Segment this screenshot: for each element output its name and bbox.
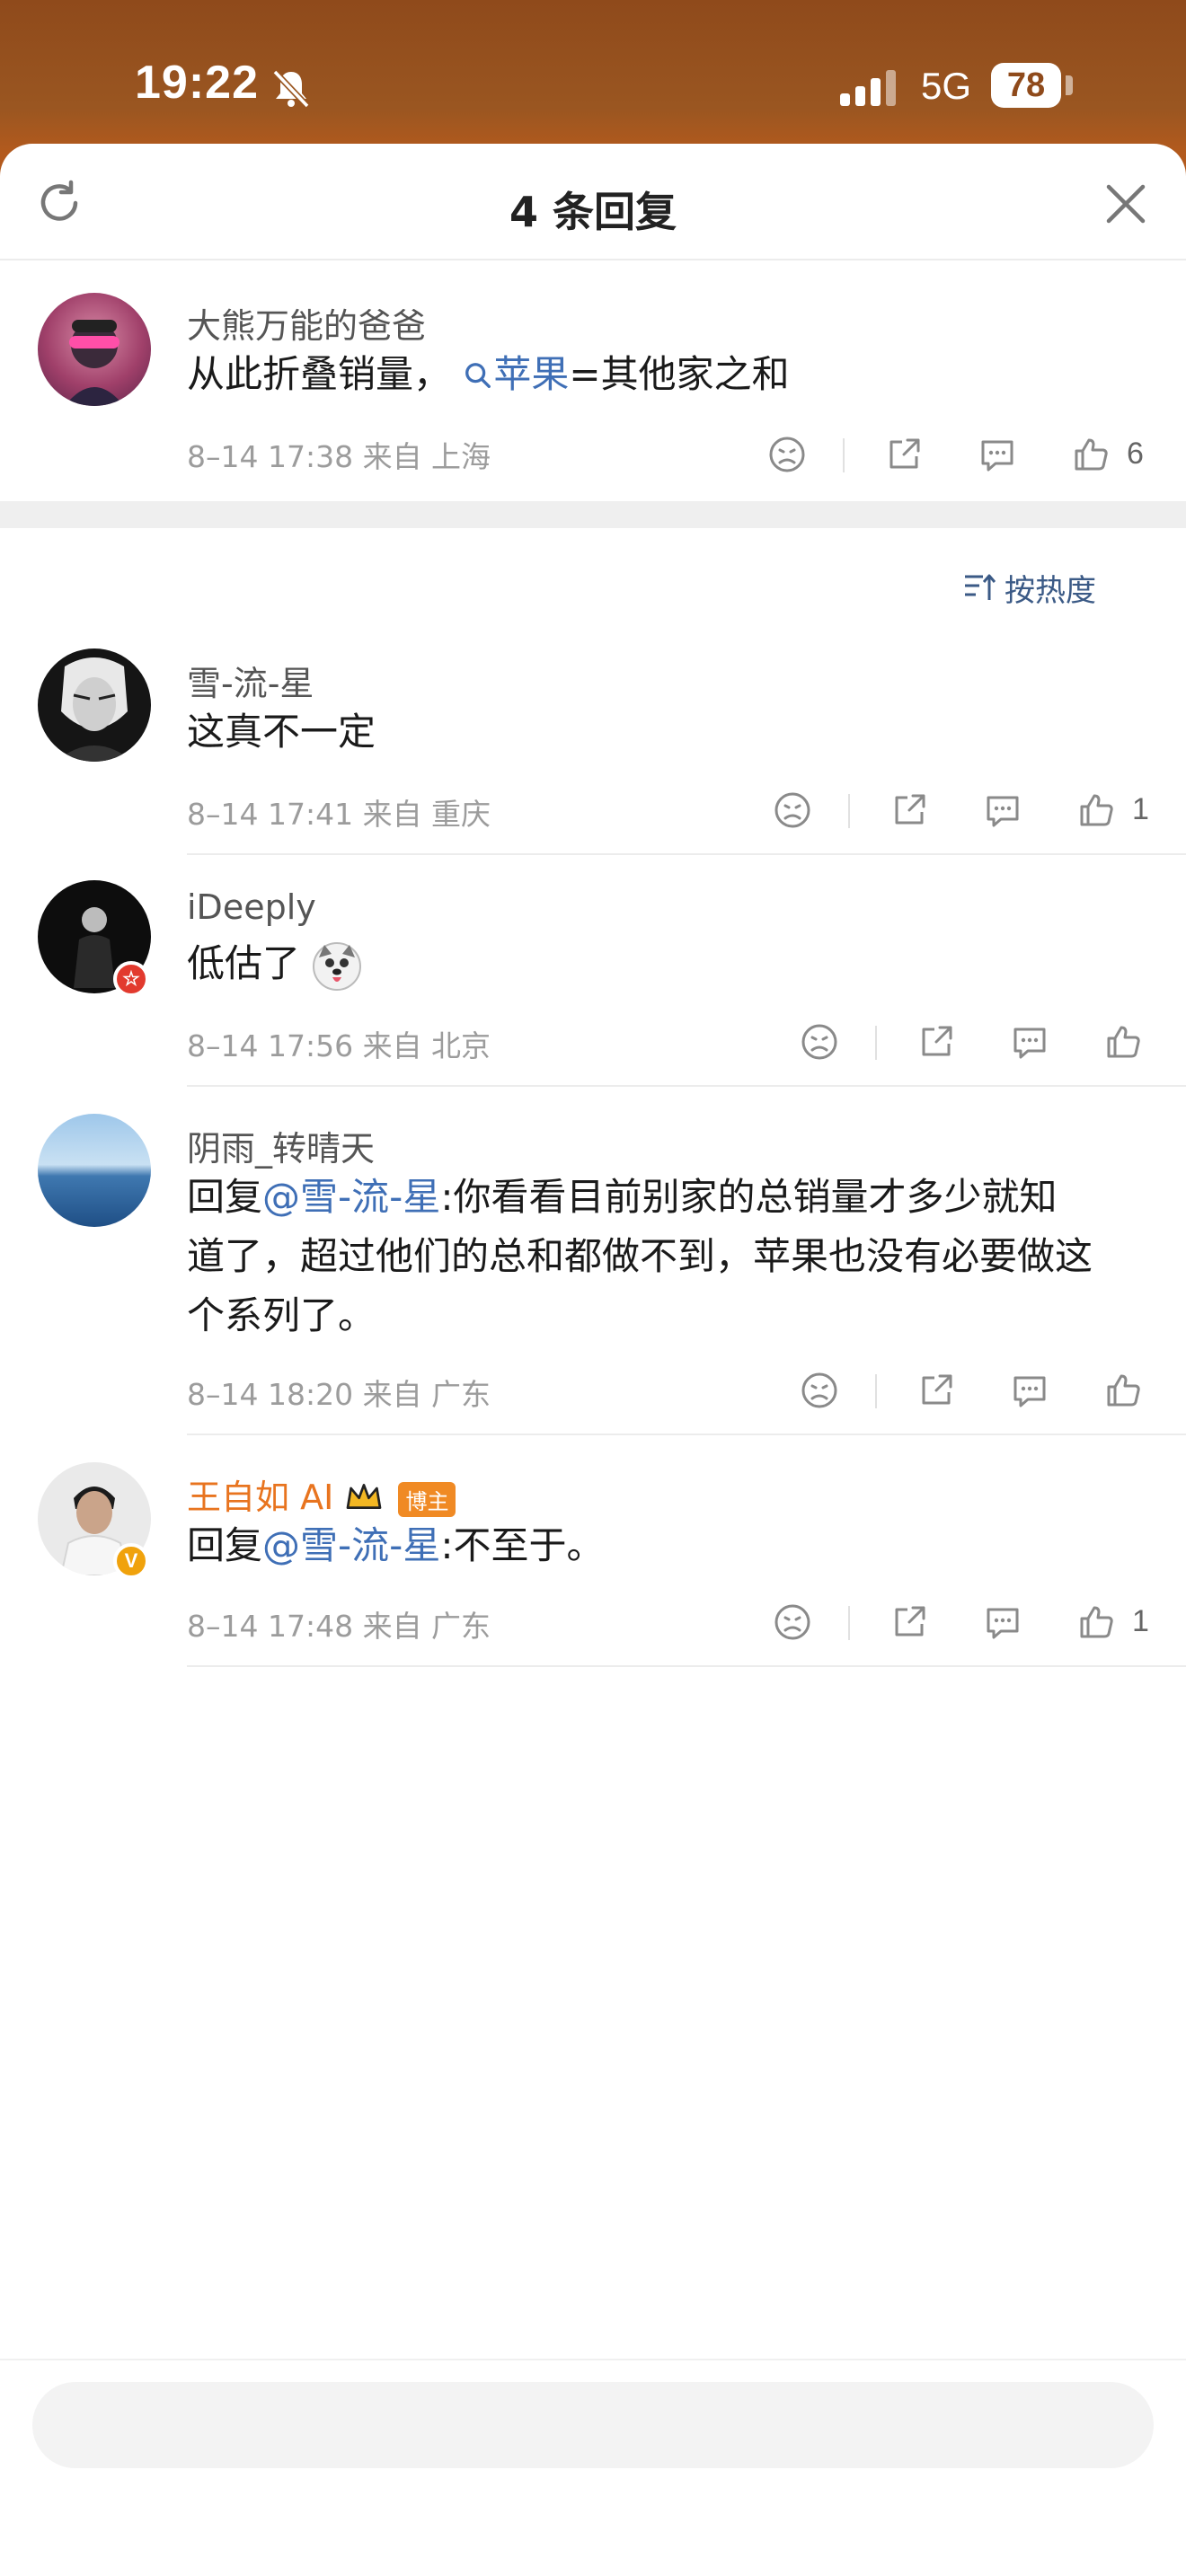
dislike-face-icon[interactable] bbox=[798, 1020, 841, 1063]
reply-divider bbox=[187, 1665, 1186, 1667]
network-type: 5G bbox=[921, 65, 972, 107]
crown-icon bbox=[347, 1484, 382, 1509]
like-count: 6 bbox=[1127, 437, 1144, 471]
comment-text-part: :不至于。 bbox=[440, 1523, 605, 1567]
sort-icon bbox=[965, 574, 996, 600]
share-icon[interactable] bbox=[888, 1601, 931, 1644]
dislike-face-icon[interactable] bbox=[798, 1369, 841, 1412]
composer-divider bbox=[0, 2359, 1186, 2360]
comment-text-part: :你看看目前别家的总销量才多少就知 bbox=[440, 1175, 1058, 1219]
status-time: 19:22 bbox=[135, 57, 259, 109]
comment-line: 道了，超过他们的总和都做不到，苹果也没有必要做这 bbox=[187, 1234, 1093, 1278]
like-icon[interactable] bbox=[1102, 1369, 1145, 1412]
mention-link[interactable]: @雪-流-星 bbox=[262, 1523, 440, 1567]
share-icon[interactable] bbox=[915, 1369, 958, 1412]
comment-text: 回复@雪-流-星:不至于。 bbox=[187, 1516, 604, 1575]
action-separator bbox=[875, 1374, 877, 1408]
comment-text: 低估了 bbox=[187, 934, 362, 993]
dislike-face-icon[interactable] bbox=[766, 433, 809, 476]
verified-badge: ☆ bbox=[113, 961, 149, 997]
comment-meta: 8–14 17:38 来自 上海 bbox=[187, 439, 491, 474]
dog-emoji-icon bbox=[313, 941, 362, 991]
reply-divider bbox=[187, 1434, 1186, 1435]
username[interactable]: 阴雨_转晴天 bbox=[187, 1121, 375, 1170]
comment-meta: 8–14 17:48 来自 广东 bbox=[187, 1609, 491, 1644]
like-count: 1 bbox=[1132, 1604, 1149, 1638]
dislike-face-icon[interactable] bbox=[771, 789, 814, 832]
comment-actions: 1 bbox=[771, 1601, 1152, 1651]
comment-text: 从此折叠销量， 苹果=其他家之和 bbox=[187, 345, 790, 404]
username-text: 王自如 AI bbox=[187, 1478, 334, 1517]
sheet-title: 4 条回复 bbox=[509, 188, 677, 236]
sort-label: 按热度 bbox=[1005, 573, 1096, 609]
reply-prefix: 回复 bbox=[187, 1175, 263, 1219]
action-separator bbox=[843, 438, 845, 472]
like-icon[interactable] bbox=[1069, 433, 1112, 476]
search-icon bbox=[465, 363, 491, 388]
reply-icon[interactable] bbox=[1008, 1020, 1051, 1063]
share-icon[interactable] bbox=[888, 789, 931, 832]
reply-prefix: 回复 bbox=[187, 1523, 263, 1567]
like-icon[interactable] bbox=[1075, 789, 1118, 832]
reply-divider bbox=[187, 853, 1186, 855]
share-icon[interactable] bbox=[882, 433, 925, 476]
bell-muted-icon bbox=[272, 69, 310, 109]
avatar[interactable] bbox=[38, 293, 151, 406]
action-separator bbox=[875, 1026, 877, 1060]
comment-line: 个系列了。 bbox=[187, 1293, 376, 1337]
sheet-header: 4 条回复 bbox=[0, 144, 1186, 260]
comment-meta: 8–14 18:20 来自 广东 bbox=[187, 1377, 491, 1412]
comment-actions bbox=[798, 1020, 1152, 1071]
battery-nub bbox=[1066, 75, 1073, 95]
share-icon[interactable] bbox=[915, 1020, 958, 1063]
dislike-face-icon[interactable] bbox=[771, 1601, 814, 1644]
action-separator bbox=[848, 1606, 850, 1640]
username[interactable]: 雪-流-星 bbox=[187, 656, 314, 705]
reply-icon[interactable] bbox=[976, 433, 1019, 476]
reply-input[interactable] bbox=[32, 2382, 1154, 2468]
reply-icon[interactable] bbox=[1008, 1369, 1051, 1412]
comment-actions: 1 bbox=[771, 789, 1152, 839]
like-icon[interactable] bbox=[1102, 1020, 1145, 1063]
topic-link[interactable]: 苹果 bbox=[493, 352, 569, 396]
signal-icon bbox=[840, 70, 896, 106]
comment-text-part: 从此折叠销量， bbox=[187, 352, 452, 396]
blogger-badge: 博主 bbox=[398, 1482, 456, 1517]
comment-text-part: 低估了 bbox=[187, 941, 301, 985]
like-count: 1 bbox=[1132, 792, 1149, 826]
comment-meta: 8–14 17:56 来自 北京 bbox=[187, 1028, 491, 1063]
action-separator bbox=[848, 794, 850, 828]
comment-text: 这真不一定 bbox=[187, 710, 376, 754]
comment-text: 回复@雪-流-星:你看看目前别家的总销量才多少就知 道了，超过他们的总和都做不到… bbox=[187, 1168, 1166, 1345]
username[interactable]: 大熊万能的爸爸 bbox=[187, 298, 426, 348]
reply-icon[interactable] bbox=[981, 789, 1024, 832]
comment-text-part: =其他家之和 bbox=[569, 352, 790, 396]
reply-divider bbox=[187, 1085, 1186, 1087]
comment-meta: 8–14 17:41 来自 重庆 bbox=[187, 797, 491, 832]
replies-sheet: 4 条回复 大熊万能的爸爸 从此折叠销量， 苹果=其他家之和 8–14 17:3… bbox=[0, 144, 1186, 2576]
author-username[interactable]: 王自如 AI 博主 bbox=[187, 1469, 456, 1519]
section-gap bbox=[0, 501, 1186, 528]
sort-toggle[interactable]: 按热度 bbox=[965, 566, 1096, 610]
verified-v-badge: V bbox=[113, 1543, 149, 1579]
reply-icon[interactable] bbox=[981, 1601, 1024, 1644]
like-icon[interactable] bbox=[1075, 1601, 1118, 1644]
comment-actions: 6 bbox=[766, 433, 1152, 483]
comment-actions bbox=[798, 1369, 1152, 1419]
status-bar: 19:22 5G 78 bbox=[0, 0, 1186, 144]
mention-link[interactable]: @雪-流-星 bbox=[262, 1175, 440, 1219]
avatar[interactable] bbox=[38, 648, 151, 762]
username[interactable]: iDeeply bbox=[187, 887, 316, 927]
avatar[interactable] bbox=[38, 1114, 151, 1227]
close-icon[interactable] bbox=[1103, 181, 1148, 226]
comment-line: 回复@雪-流-星:你看看目前别家的总销量才多少就知 bbox=[187, 1168, 1166, 1227]
battery-level: 78 bbox=[991, 63, 1061, 108]
